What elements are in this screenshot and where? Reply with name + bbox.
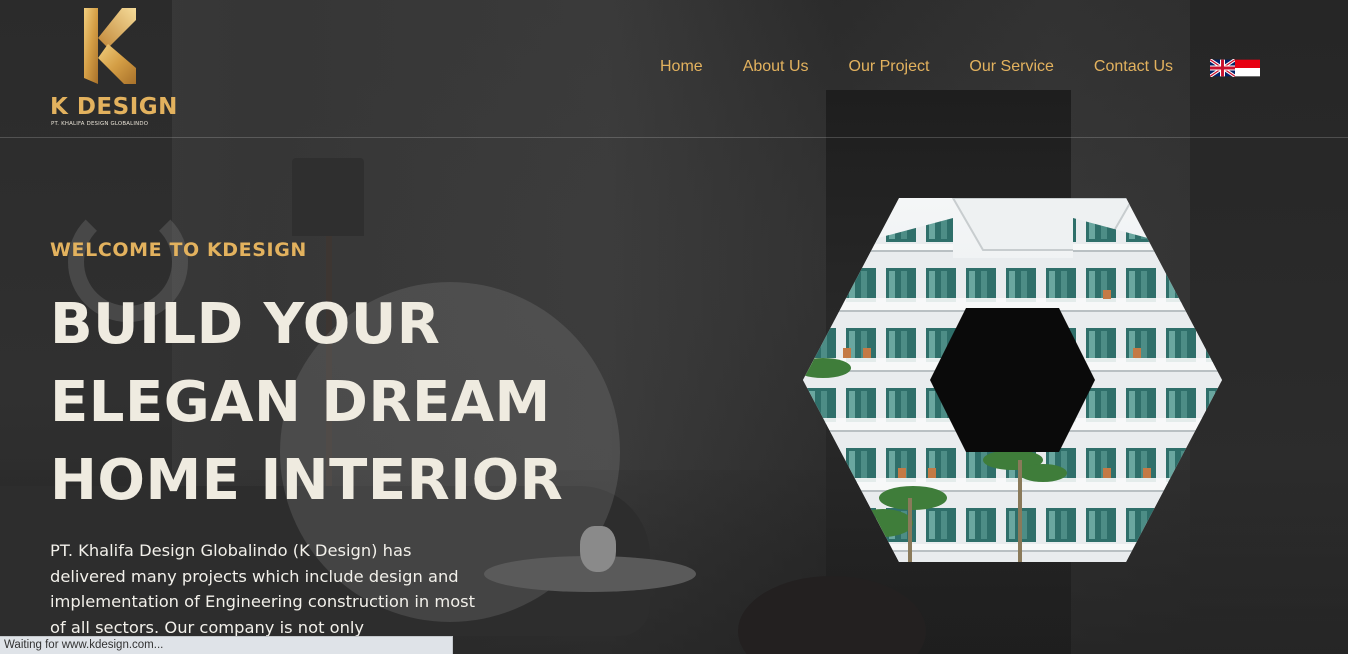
browser-status-bar: Waiting for www.kdesign.com... — [0, 636, 453, 654]
hero-title: BUILD YOUR ELEGAN DREAM HOME INTERIOR — [50, 286, 610, 520]
page: K DESIGN PT. KHALIFA DESIGN GLOBALINDO H… — [0, 0, 1348, 654]
main-nav: Home About Us Our Project Our Service Co… — [660, 58, 1193, 76]
indonesia-flag-icon[interactable] — [1235, 59, 1260, 77]
language-switcher — [1210, 59, 1260, 77]
hero-building-image — [803, 198, 1222, 562]
brand-tagline: PT. KHALIFA DESIGN GLOBALINDO — [51, 121, 149, 127]
nav-our-service[interactable]: Our Service — [969, 58, 1053, 76]
uk-flag-icon[interactable] — [1210, 59, 1235, 77]
hero-title-line: BUILD YOUR — [50, 292, 441, 357]
hero-description: PT. Khalifa Design Globalindo (K Design)… — [50, 541, 476, 637]
k-logo-icon — [84, 8, 136, 84]
nav-contact-us[interactable]: Contact Us — [1094, 58, 1173, 76]
nav-our-project[interactable]: Our Project — [849, 58, 930, 76]
brand-name: K DESIGN — [50, 94, 178, 120]
hero-title-line: HOME INTERIOR — [50, 448, 564, 513]
hero-kicker: WELCOME TO KDESIGN — [50, 239, 307, 261]
background-lamp-shade — [292, 158, 364, 236]
background-vase — [580, 526, 616, 572]
hero-title-line: ELEGAN DREAM — [50, 370, 551, 435]
nav-home[interactable]: Home — [660, 58, 703, 76]
site-header: K DESIGN PT. KHALIFA DESIGN GLOBALINDO H… — [0, 0, 1348, 138]
nav-about-us[interactable]: About Us — [743, 58, 809, 76]
brand-logo[interactable]: K DESIGN PT. KHALIFA DESIGN GLOBALINDO — [50, 8, 177, 130]
